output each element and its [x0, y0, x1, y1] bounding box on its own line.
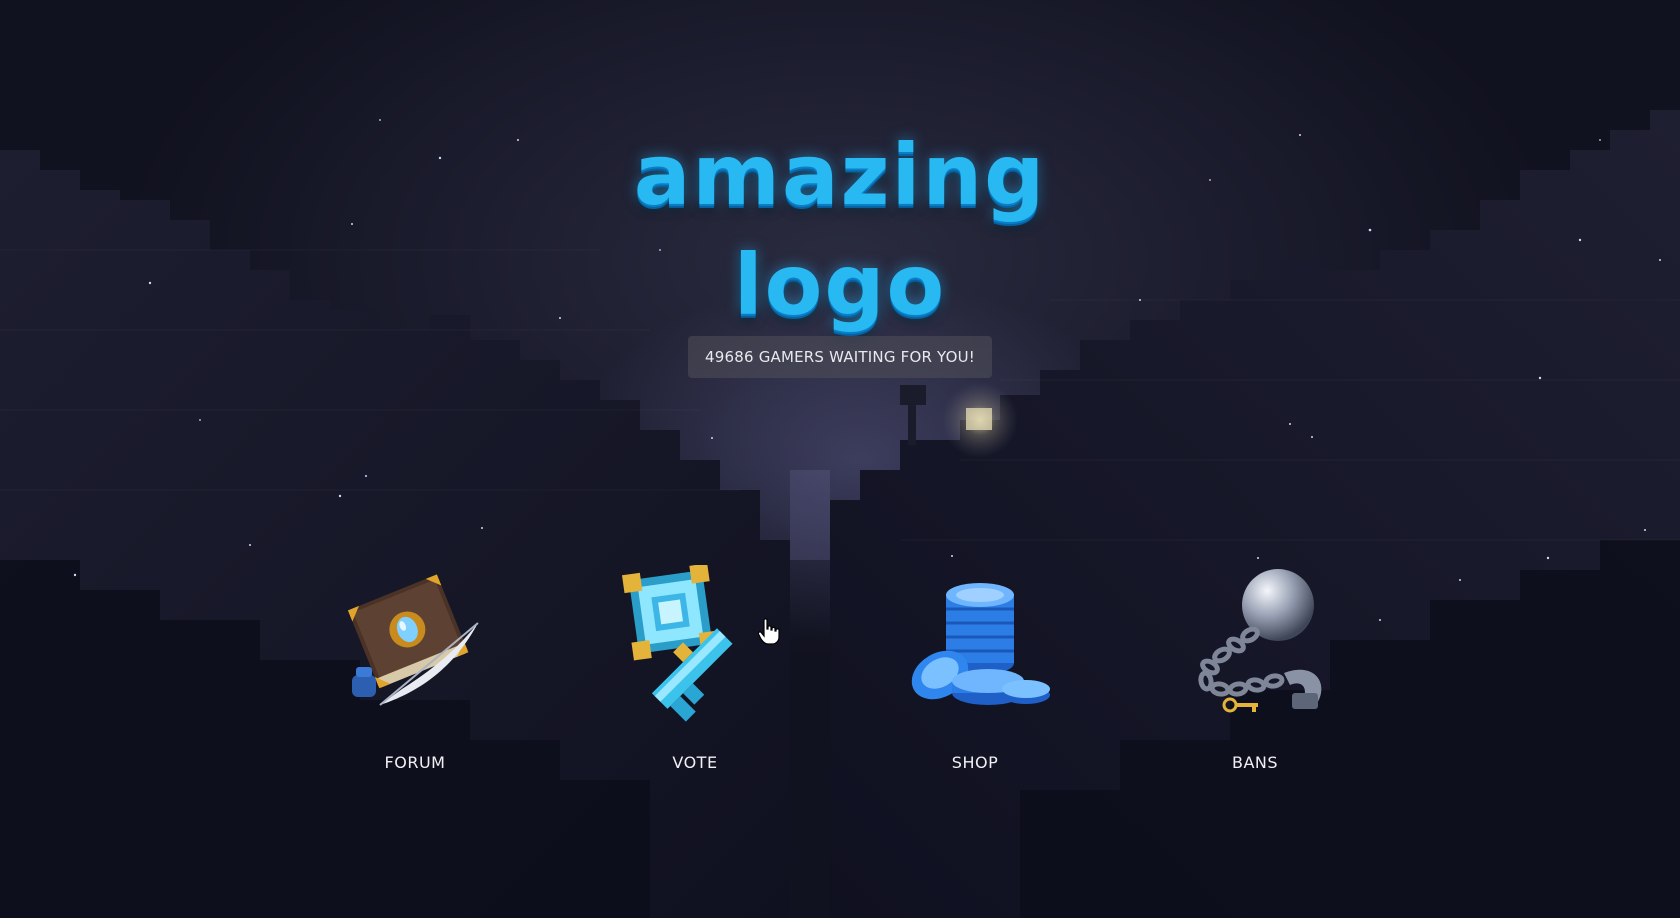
- nav-label-bans: BANS: [1231, 753, 1279, 772]
- nav-label-vote: VOTE: [672, 753, 718, 772]
- player-count-badge: 49686 GAMERS WAITING FOR YOU!: [688, 336, 992, 378]
- book-quill-icon: [347, 574, 479, 706]
- ball-and-chain-icon: [1198, 569, 1322, 713]
- key-icon: [622, 565, 733, 722]
- nav-item-vote[interactable]: VOTE: [595, 565, 795, 785]
- nav-item-bans[interactable]: BANS: [1155, 565, 1355, 785]
- nav-label-shop: SHOP: [951, 753, 999, 772]
- nav-item-forum[interactable]: FORUM: [315, 565, 515, 785]
- hand-pointer-icon: [758, 618, 780, 645]
- nav-item-shop[interactable]: SHOP: [875, 565, 1075, 785]
- nav-label-forum: FORUM: [384, 753, 446, 772]
- coins-icon: [911, 583, 1050, 705]
- site-logo[interactable]: amazing logo: [520, 120, 1160, 334]
- background-scene: amazing logo 49686 GAMERS WAITING FOR YO…: [0, 0, 1680, 918]
- logo-text: amazing logo: [633, 126, 1047, 334]
